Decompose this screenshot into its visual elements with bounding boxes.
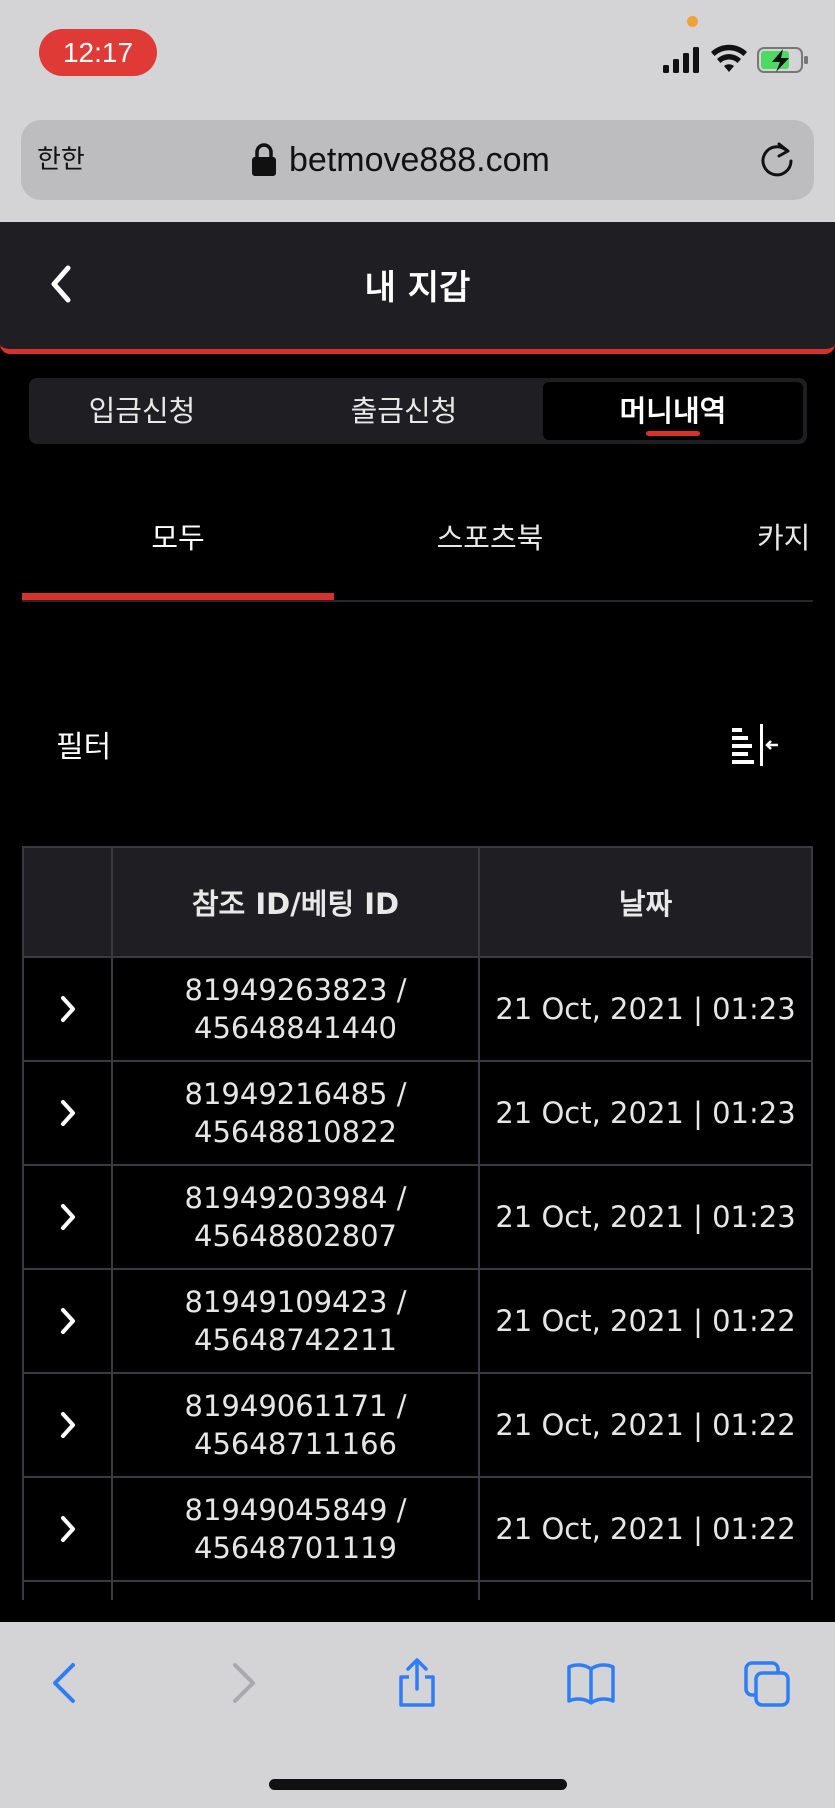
- chevron-right-icon[interactable]: [57, 994, 79, 1024]
- ref-id-cell: 81949216485 / 45648810822: [113, 1062, 480, 1166]
- bet-id: 45648802807: [194, 1219, 397, 1253]
- address-bar[interactable]: 한한 betmove888.com: [21, 120, 814, 200]
- table-row[interactable]: 81949045849 / 45648701119 21 Oct, 2021 |…: [22, 1478, 813, 1582]
- sub-tab-casino[interactable]: 카지: [757, 480, 813, 600]
- bet-id: 45648701119: [194, 1531, 397, 1565]
- bet-id: 45648711166: [194, 1427, 397, 1461]
- table-row[interactable]: 81949203984 / 45648802807 21 Oct, 2021 |…: [22, 1166, 813, 1270]
- wifi-icon: [711, 44, 747, 72]
- home-indicator: [269, 1779, 567, 1790]
- chevron-right-icon[interactable]: [57, 1202, 79, 1232]
- expand-cell[interactable]: [24, 1166, 113, 1270]
- sub-tab-all-label: 모두: [151, 521, 205, 555]
- table-header-date: 날짜: [480, 846, 813, 958]
- chevron-right-icon[interactable]: [57, 1514, 79, 1544]
- expand-cell[interactable]: [24, 1374, 113, 1478]
- browser-toolbar: [0, 1622, 835, 1808]
- date-cell: 21 Oct, 2021 | 01:23: [480, 958, 813, 1062]
- table-row[interactable]: 81949061171 / 45648711166 21 Oct, 2021 |…: [22, 1374, 813, 1478]
- money-history-table: 참조 ID/베팅 ID 날짜 81949263823 / 45648841440…: [22, 846, 813, 1600]
- expand-cell[interactable]: [24, 1270, 113, 1374]
- main-tab-bar: 입금신청 출금신청 머니내역: [29, 378, 807, 444]
- browser-back-icon[interactable]: [40, 1657, 90, 1709]
- tab-money-history-label: 머니내역: [619, 394, 727, 428]
- table-header-expand: [24, 846, 113, 958]
- table-row-partial[interactable]: [22, 1582, 813, 1600]
- browser-forward-icon[interactable]: [218, 1657, 268, 1709]
- ref-id-cell: 81949109423 / 45648742211: [113, 1270, 480, 1374]
- table-header-row: 참조 ID/베팅 ID 날짜: [22, 846, 813, 958]
- ref-id: 81949045849 /: [184, 1493, 407, 1527]
- table-row[interactable]: 81949263823 / 45648841440 21 Oct, 2021 |…: [22, 958, 813, 1062]
- back-arrow-icon[interactable]: [44, 262, 80, 306]
- ref-id: 81949216485 /: [184, 1077, 407, 1111]
- table-row[interactable]: 81949216485 / 45648810822 21 Oct, 2021 |…: [22, 1062, 813, 1166]
- ref-id: 81949203984 /: [184, 1181, 407, 1215]
- bet-id: 45648841440: [194, 1011, 397, 1045]
- tabs-icon[interactable]: [742, 1657, 792, 1709]
- expand-cell[interactable]: [24, 1062, 113, 1166]
- page-settings-button[interactable]: 한한: [37, 140, 85, 180]
- date-cell: [480, 1582, 813, 1600]
- ref-id-cell: 81949045849 / 45648701119: [113, 1478, 480, 1582]
- lock-icon: [252, 143, 276, 176]
- browser-top-bar: 한한 betmove888.com: [0, 110, 835, 222]
- ref-id: 81949061171 /: [184, 1389, 407, 1423]
- ref-id-cell: 81949263823 / 45648841440: [113, 958, 480, 1062]
- tab-deposit[interactable]: 입금신청: [29, 378, 255, 444]
- page-title: 내 지갑: [364, 268, 471, 308]
- ref-id: 81949263823 /: [184, 973, 407, 1007]
- ref-id-cell: [113, 1582, 480, 1600]
- ref-id-cell: 81949203984 / 45648802807: [113, 1166, 480, 1270]
- app-header: 내 지갑: [0, 222, 835, 354]
- expand-cell[interactable]: [24, 1478, 113, 1582]
- chevron-right-icon[interactable]: [57, 1306, 79, 1336]
- bet-id: 45648742211: [194, 1323, 397, 1357]
- category-tab-bar: 모두 스포츠북 카지: [22, 480, 813, 602]
- status-bar: 12:17: [0, 0, 835, 110]
- filter-label: 필터: [56, 730, 112, 765]
- active-tab-indicator: [646, 431, 700, 436]
- sub-tab-all[interactable]: 모두: [22, 480, 334, 600]
- date-cell: 21 Oct, 2021 | 01:23: [480, 1166, 813, 1270]
- table-header-ref-id: 참조 ID/베팅 ID: [113, 846, 480, 958]
- reload-icon[interactable]: [757, 140, 797, 180]
- battery-charging-icon: [757, 47, 808, 73]
- bet-id: 45648810822: [194, 1115, 397, 1149]
- filter-collapse-icon[interactable]: [730, 722, 780, 768]
- sub-tab-casino-label: 카지: [757, 521, 811, 555]
- active-sub-tab-indicator: [22, 593, 334, 600]
- table-row[interactable]: 81949109423 / 45648742211 21 Oct, 2021 |…: [22, 1270, 813, 1374]
- tab-money-history[interactable]: 머니내역: [543, 382, 803, 440]
- expand-cell[interactable]: [24, 958, 113, 1062]
- ref-id-cell: 81949061171 / 45648711166: [113, 1374, 480, 1478]
- camera-indicator-icon: [687, 16, 698, 27]
- tab-withdraw[interactable]: 출금신청: [291, 378, 517, 444]
- date-cell: 21 Oct, 2021 | 01:23: [480, 1062, 813, 1166]
- cellular-signal-icon: [663, 47, 699, 73]
- sub-tab-sportsbook[interactable]: 스포츠북: [334, 480, 646, 600]
- expand-cell[interactable]: [24, 1582, 113, 1600]
- share-icon[interactable]: [392, 1657, 442, 1709]
- date-cell: 21 Oct, 2021 | 01:22: [480, 1374, 813, 1478]
- status-time: 12:17: [39, 29, 157, 76]
- tab-withdraw-label: 출금신청: [350, 394, 458, 428]
- date-cell: 21 Oct, 2021 | 01:22: [480, 1270, 813, 1374]
- date-cell: 21 Oct, 2021 | 01:22: [480, 1478, 813, 1582]
- ref-id: 81949109423 /: [184, 1285, 407, 1319]
- tab-deposit-label: 입금신청: [88, 394, 196, 428]
- chevron-right-icon[interactable]: [57, 1098, 79, 1128]
- url-text[interactable]: betmove888.com: [289, 138, 550, 182]
- chevron-right-icon[interactable]: [57, 1410, 79, 1440]
- sub-tab-sportsbook-label: 스포츠북: [436, 521, 544, 555]
- bookmarks-icon[interactable]: [566, 1657, 616, 1709]
